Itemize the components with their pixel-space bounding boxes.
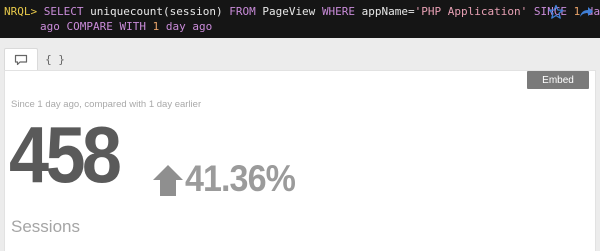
query-line-1: NRQL> SELECT uniquecount(session) FROM P…	[4, 4, 600, 19]
query-text-line-2[interactable]: ago COMPARE WITH 1 day ago	[4, 19, 600, 34]
tab-chart[interactable]	[4, 48, 38, 70]
query-token: PageView	[255, 5, 322, 18]
query-token: uniquecount	[90, 5, 163, 18]
metric-label: Sessions	[11, 217, 80, 236]
time-range-subtitle: Since 1 day ago, compared with 1 day ear…	[11, 99, 202, 110]
query-token: WITH	[119, 20, 146, 33]
view-tabs: { }	[0, 38, 600, 70]
arrow-up-icon	[153, 165, 183, 196]
query-token: day ago	[159, 20, 213, 33]
nrql-prompt: NRQL>	[4, 5, 38, 18]
share-icon[interactable]	[578, 4, 594, 20]
query-token: 1	[145, 20, 160, 33]
metric-value: 458	[9, 110, 122, 199]
change-percent: 41.36%	[185, 158, 296, 199]
query-token: COMPARE	[59, 20, 120, 33]
nrql-query-bar[interactable]: NRQL> SELECT uniquecount(session) FROM P…	[0, 0, 600, 38]
query-token: ago	[40, 20, 60, 33]
chart-bubble-icon	[14, 54, 28, 65]
tab-json[interactable]: { }	[40, 48, 70, 70]
star-icon[interactable]	[548, 4, 564, 20]
query-token: (session)	[162, 5, 230, 18]
query-token: SELECT	[37, 5, 91, 18]
embed-button[interactable]: Embed	[527, 71, 589, 89]
query-token: 'PHP Application'	[414, 5, 528, 18]
billboard-panel: Embed Since 1 day ago, compared with 1 d…	[4, 70, 596, 251]
query-token: WHERE	[321, 5, 356, 18]
query-token: FROM	[229, 5, 256, 18]
query-text-line-1[interactable]: SELECT uniquecount(session) FROM PageVie…	[37, 5, 600, 18]
query-token: appName=	[355, 5, 415, 18]
